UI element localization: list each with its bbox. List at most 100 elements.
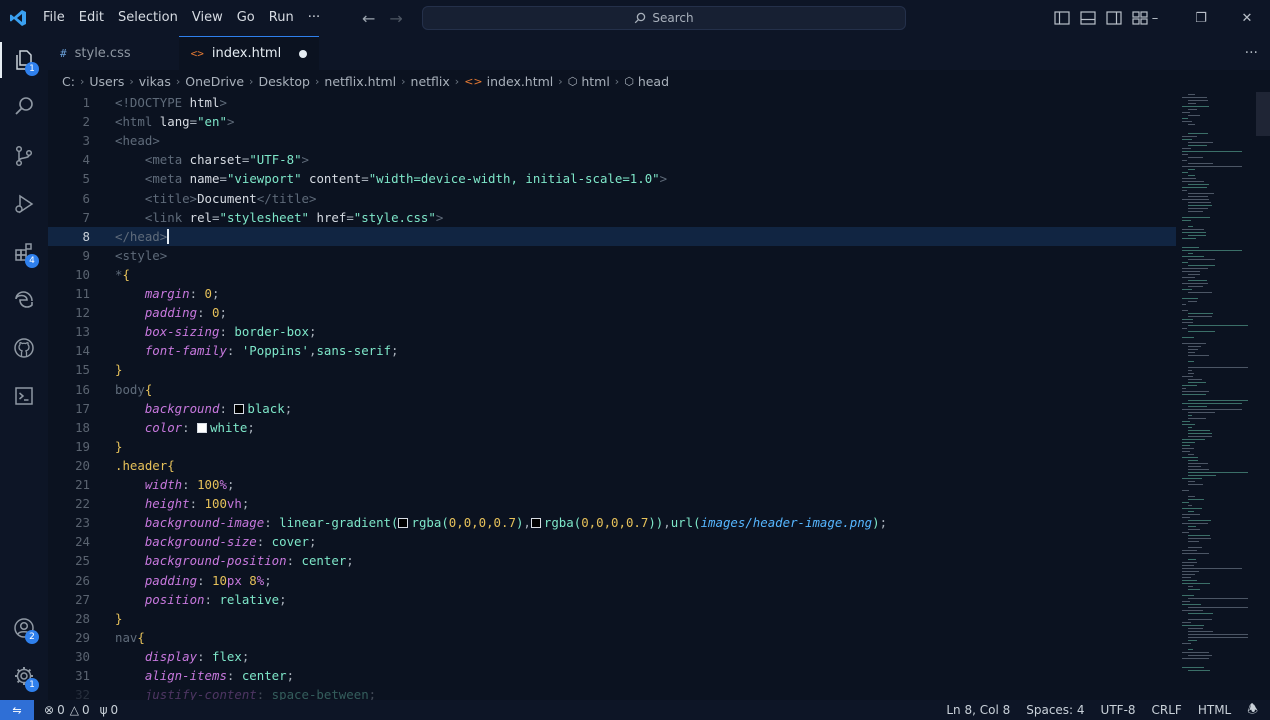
extensions-icon[interactable]: 4 xyxy=(0,228,48,276)
code-line[interactable]: 12 padding: 0; xyxy=(48,303,1176,322)
breadcrumb-item[interactable]: netflix xyxy=(411,74,450,89)
code-line[interactable]: 7 <link rel="stylesheet" href="style.css… xyxy=(48,208,1176,227)
toggle-panel-icon[interactable] xyxy=(1080,11,1096,25)
minimap-line xyxy=(1188,469,1210,470)
minimap-line xyxy=(1182,658,1209,659)
code-line[interactable]: 10 *{ xyxy=(48,265,1176,284)
breadcrumb-item[interactable]: netflix.html xyxy=(324,74,396,89)
code-line[interactable]: 13 box-sizing: border-box; xyxy=(48,322,1176,341)
code-line[interactable]: 23 background-image: linear-gradient(rgb… xyxy=(48,513,1176,532)
code-token: rel xyxy=(189,209,213,225)
code-line[interactable]: 24 background-size: cover; xyxy=(48,532,1176,551)
menu-view[interactable]: View xyxy=(185,0,230,36)
code-line[interactable]: 5 <meta name="viewport" content="width=d… xyxy=(48,169,1176,188)
code-token: 'Poppins' xyxy=(241,343,309,359)
language-mode[interactable]: HTML xyxy=(1198,703,1231,717)
minimize-icon[interactable]: – xyxy=(1132,0,1178,36)
code-line[interactable]: 1 <!DOCTYPE html> xyxy=(48,93,1176,112)
code-line[interactable]: 4 <meta charset="UTF-8"> xyxy=(48,150,1176,169)
code-line[interactable]: 14 font-family: 'Poppins',sans-serif; xyxy=(48,341,1176,360)
close-icon[interactable]: ✕ xyxy=(1224,0,1270,36)
color-swatch-icon[interactable] xyxy=(197,422,208,433)
menu-run[interactable]: Run xyxy=(262,0,301,36)
code-line[interactable]: 18 color: white; xyxy=(48,418,1176,437)
explorer-icon[interactable]: 1 xyxy=(0,36,48,84)
code-line[interactable]: 21 width: 100%; xyxy=(48,475,1176,494)
restore-icon[interactable]: ❐ xyxy=(1178,0,1224,36)
accounts-icon[interactable]: 2 xyxy=(0,604,48,652)
breadcrumb-item[interactable]: Desktop xyxy=(258,74,310,89)
minimap-line xyxy=(1188,520,1212,521)
code-content: background-image: linear-gradient(rgba(0… xyxy=(115,513,887,532)
code-line[interactable]: 30 display: flex; xyxy=(48,647,1176,666)
terminal-view-icon[interactable] xyxy=(0,372,48,420)
code-line[interactable]: 22 height: 100vh; xyxy=(48,494,1176,513)
breadcrumb-item[interactable]: Users xyxy=(89,74,124,89)
code-line[interactable]: 15} xyxy=(48,360,1176,379)
breadcrumb-item[interactable]: ⬡ html xyxy=(568,74,610,89)
code-line[interactable]: 26 padding: 10px 8%; xyxy=(48,571,1176,590)
color-swatch-icon[interactable] xyxy=(398,518,409,529)
remote-indicator-icon[interactable]: ⇋ xyxy=(0,700,34,720)
more-actions-icon[interactable]: ··· xyxy=(1245,36,1258,70)
code-line[interactable]: 19} xyxy=(48,437,1176,456)
menu-edit[interactable]: Edit xyxy=(72,0,111,36)
breadcrumb-item[interactable]: ⬡ head xyxy=(624,74,669,89)
unsaved-dot-icon[interactable] xyxy=(299,49,308,58)
menu-more[interactable]: ··· xyxy=(301,0,327,36)
menu-go[interactable]: Go xyxy=(230,0,262,36)
code-line[interactable]: 6 <title>Document</title> xyxy=(48,189,1176,208)
github-icon[interactable] xyxy=(0,324,48,372)
end-of-line[interactable]: CRLF xyxy=(1152,703,1182,717)
minimap-line xyxy=(1182,112,1191,113)
problems-indicator[interactable]: ⊗ 0 △ 0 xyxy=(44,703,90,717)
breadcrumb-item[interactable]: vikas xyxy=(139,74,171,89)
breadcrumb-item[interactable]: <> index.html xyxy=(464,74,553,89)
code-line[interactable]: 29 nav{ xyxy=(48,628,1176,647)
breadcrumb-item[interactable]: C: xyxy=(62,74,75,89)
code-line[interactable]: 17 background: black; xyxy=(48,399,1176,418)
code-line[interactable]: 2 <html lang="en"> xyxy=(48,112,1176,131)
code-content: position: relative; xyxy=(115,590,287,609)
toggle-primary-sidebar-icon[interactable] xyxy=(1054,11,1070,25)
minimap[interactable] xyxy=(1176,92,1270,700)
code-line[interactable]: 9 <style> xyxy=(48,246,1176,265)
cursor-position[interactable]: Ln 8, Col 8 xyxy=(946,703,1010,717)
minimap-line xyxy=(1188,175,1196,176)
code-line[interactable]: 25 background-position: center; xyxy=(48,551,1176,570)
forward-arrow-icon[interactable]: → xyxy=(389,9,402,28)
color-swatch-icon[interactable] xyxy=(234,403,245,414)
source-control-icon[interactable] xyxy=(0,132,48,180)
code-line[interactable]: 8 </head> xyxy=(48,226,1176,246)
menu-selection[interactable]: Selection xyxy=(111,0,185,36)
code-line[interactable]: 32 justify-content: space-between; xyxy=(48,685,1176,700)
code-line[interactable]: 11 margin: 0; xyxy=(48,284,1176,303)
code-line[interactable]: 27 position: relative; xyxy=(48,590,1176,609)
code-editor[interactable]: 1 <!DOCTYPE html> 2 <html lang="en"> 3 <head>… xyxy=(48,92,1176,700)
search-view-icon[interactable] xyxy=(0,82,48,130)
tab-style-css[interactable]: # style.css xyxy=(48,36,179,70)
scrollbar-thumb[interactable] xyxy=(1256,92,1270,136)
command-center-search[interactable]: Search xyxy=(422,6,906,30)
code-line[interactable]: 20 .header{ xyxy=(48,456,1176,475)
ports-indicator[interactable]: ψ 0 xyxy=(100,703,119,717)
edge-devtools-icon[interactable] xyxy=(0,276,48,324)
breadcrumb-item[interactable]: OneDrive xyxy=(185,74,244,89)
code-line[interactable]: 28} xyxy=(48,609,1176,628)
code-line[interactable]: 31 align-items: center; xyxy=(48,666,1176,685)
code-line[interactable]: 16 body{ xyxy=(48,380,1176,399)
color-swatch-icon[interactable] xyxy=(530,518,541,529)
menu-file[interactable]: File xyxy=(36,0,72,36)
minimap-line xyxy=(1188,361,1194,362)
indentation[interactable]: Spaces: 4 xyxy=(1026,703,1084,717)
file-encoding[interactable]: UTF-8 xyxy=(1101,703,1136,717)
tab-index-html[interactable]: <> index.html xyxy=(178,36,320,70)
title-bar: File Edit Selection View Go Run ··· ← → … xyxy=(0,0,1270,36)
back-arrow-icon[interactable]: ← xyxy=(362,9,375,28)
toggle-secondary-sidebar-icon[interactable] xyxy=(1106,11,1122,25)
code-line[interactable]: 3 <head> xyxy=(48,131,1176,150)
manage-gear-icon[interactable]: 1 xyxy=(0,652,48,700)
notifications-bell-icon[interactable]: 🕭 xyxy=(1247,700,1258,720)
run-and-debug-icon[interactable] xyxy=(0,180,48,228)
